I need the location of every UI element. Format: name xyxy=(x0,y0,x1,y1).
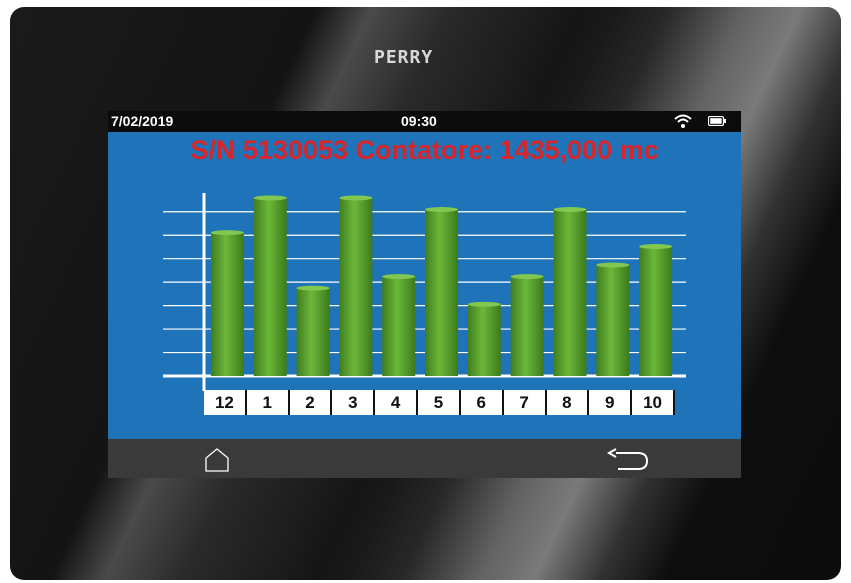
bar-cap-1 xyxy=(253,195,287,201)
bar-cap-7 xyxy=(510,274,544,280)
x-tick-label: 6 xyxy=(461,390,504,415)
bar-cap-5 xyxy=(425,207,458,212)
bar-4 xyxy=(382,276,416,376)
back-icon[interactable] xyxy=(606,447,650,471)
device-frame: PERRY 7/02/2019 09:30 S/N 5130053 Contat… xyxy=(10,7,841,580)
bar-5 xyxy=(425,209,458,376)
x-tick-label: 8 xyxy=(547,390,590,415)
bar-1 xyxy=(253,197,287,376)
x-tick-label: 12 xyxy=(204,390,247,415)
bar-12 xyxy=(210,232,244,376)
x-tick-label: 9 xyxy=(589,390,633,415)
bar-cap-10 xyxy=(639,244,673,249)
x-tick-label: 1 xyxy=(247,390,290,415)
bar-cap-6 xyxy=(467,301,501,307)
bar-2 xyxy=(296,288,330,376)
x-tick-label: 2 xyxy=(290,390,333,415)
bar-cap-2 xyxy=(296,285,330,291)
bar-10 xyxy=(639,246,673,376)
bar-8 xyxy=(553,209,587,376)
home-icon[interactable] xyxy=(204,446,230,472)
bar-cap-12 xyxy=(210,230,244,236)
x-tick-label: 10 xyxy=(632,390,675,415)
bar-7 xyxy=(510,276,544,376)
x-tick-label: 4 xyxy=(375,390,419,415)
x-axis-labels: 12 1 2 3 4 5 6 7 8 9 10 xyxy=(204,390,675,415)
brand-logo: PERRY xyxy=(374,47,434,68)
bar-cap-9 xyxy=(596,262,630,268)
x-tick-label: 5 xyxy=(418,390,461,415)
bar-cap-4 xyxy=(382,274,416,280)
bar-cap-3 xyxy=(339,195,373,201)
bar-cap-8 xyxy=(553,207,587,212)
bar-6 xyxy=(467,304,501,376)
x-tick-label: 7 xyxy=(504,390,547,415)
consumption-bar-chart xyxy=(163,193,686,391)
navigation-bar xyxy=(108,439,741,478)
x-tick-label: 3 xyxy=(332,390,376,415)
bar-9 xyxy=(596,265,630,376)
bar-3 xyxy=(339,197,373,376)
touch-screen: 7/02/2019 09:30 S/N 5130053 Contatore: 1… xyxy=(108,111,741,478)
